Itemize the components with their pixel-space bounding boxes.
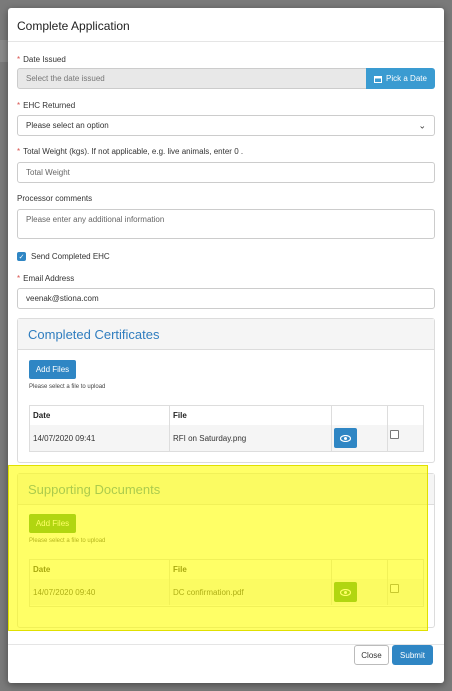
column-header-file: File	[173, 565, 187, 574]
row-date: 14/07/2020 09:41	[33, 433, 96, 443]
column-header-file: File	[173, 411, 187, 420]
row-date: 14/07/2020 09:40	[33, 587, 96, 597]
modal-header: Complete Application	[8, 8, 444, 42]
background-page	[0, 40, 8, 62]
completed-certificates-title: Completed Certificates	[28, 327, 160, 342]
add-files-button[interactable]: Add Files	[29, 514, 76, 533]
view-file-button[interactable]	[334, 582, 357, 602]
total-weight-input[interactable]: Total Weight	[17, 162, 435, 183]
complete-application-modal: Complete Application * Date Issued Select…	[8, 8, 444, 683]
check-icon: ✓	[18, 253, 25, 261]
table-row: 14/07/2020 09:41 RFI on Saturday.png	[30, 425, 423, 451]
add-files-button[interactable]: Add Files	[29, 360, 76, 379]
table-header: Date File	[30, 560, 423, 580]
view-file-button[interactable]	[334, 428, 357, 448]
row-file: DC confirmation.pdf	[173, 587, 244, 597]
row-select-checkbox[interactable]	[390, 584, 399, 593]
row-file: RFI on Saturday.png	[173, 433, 247, 443]
ehc-returned-label: * EHC Returned	[17, 101, 76, 110]
row-select-checkbox[interactable]	[390, 430, 399, 439]
table-header: Date File	[30, 406, 423, 426]
panel-heading: Supporting Documents	[18, 474, 434, 505]
supporting-documents-table: Date File 14/07/2020 09:40 DC confirmati…	[29, 559, 424, 607]
total-weight-label: * Total Weight (kgs). If not applicable, …	[17, 147, 244, 156]
close-button[interactable]: Close	[354, 645, 389, 665]
supporting-documents-title: Supporting Documents	[28, 482, 161, 497]
submit-button[interactable]: Submit	[392, 645, 433, 665]
eye-icon	[340, 588, 351, 596]
send-completed-ehc-checkbox[interactable]: ✓	[17, 252, 26, 261]
calendar-icon	[374, 75, 383, 83]
processor-comments-label: Processor comments	[17, 194, 93, 203]
email-address-label: * Email Address	[17, 274, 75, 283]
processor-comments-textarea[interactable]: Please enter any additional information	[17, 209, 435, 239]
chevron-down-icon: ⌄	[418, 120, 426, 130]
column-header-date: Date	[33, 411, 51, 420]
supporting-documents-panel: Supporting Documents Add Files Please se…	[17, 473, 435, 628]
upload-hint: Please select a file to upload	[29, 538, 106, 544]
email-address-input[interactable]: veenak@stiona.com	[17, 288, 435, 309]
table-row: 14/07/2020 09:40 DC confirmation.pdf	[30, 579, 423, 605]
panel-heading: Completed Certificates	[18, 319, 434, 350]
ehc-returned-select[interactable]: Please select an option ⌄	[17, 115, 435, 136]
completed-certificates-panel: Completed Certificates Add Files Please …	[17, 318, 435, 463]
pick-a-date-button[interactable]: Pick a Date	[366, 68, 435, 89]
modal-title: Complete Application	[17, 19, 130, 33]
date-issued-label: * Date Issued	[17, 55, 66, 64]
upload-hint: Please select a file to upload	[29, 384, 106, 390]
column-header-date: Date	[33, 565, 51, 574]
date-issued-field[interactable]: Select the date issued	[17, 68, 369, 89]
send-completed-ehc-label: Send Completed EHC	[31, 252, 110, 261]
completed-certificates-table: Date File 14/07/2020 09:41 RFI on Saturd…	[29, 405, 424, 452]
eye-icon	[340, 434, 351, 442]
